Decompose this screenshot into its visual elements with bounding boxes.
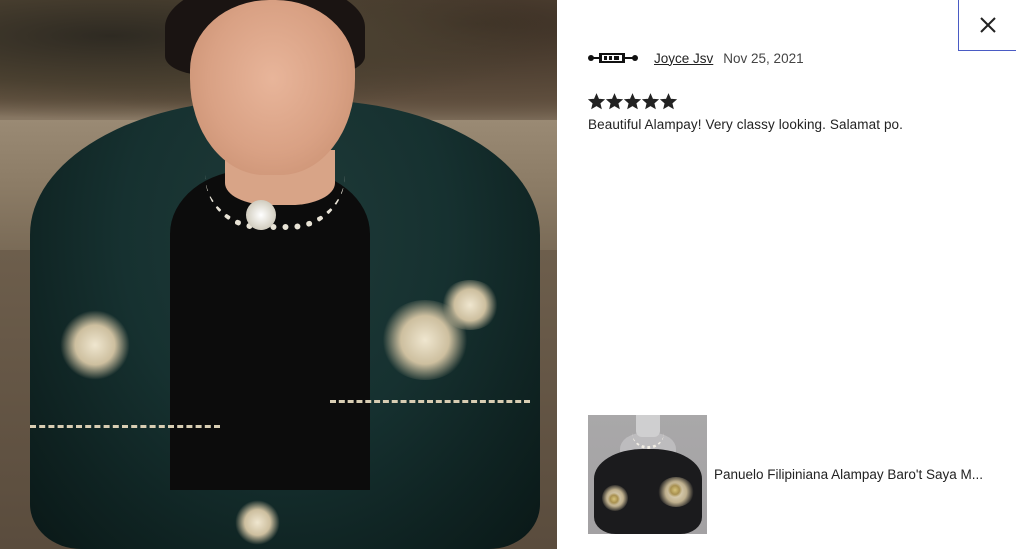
- review-photo: [0, 0, 557, 549]
- star-rating: [588, 93, 998, 111]
- photo-embroidery-left: [60, 310, 130, 380]
- photo-pendant: [246, 200, 276, 230]
- review-date: Nov 25, 2021: [723, 50, 804, 66]
- thumb-embroidery-center-right: [668, 483, 682, 497]
- reviewer-avatar-logo: [588, 51, 638, 65]
- star-icon: [660, 93, 677, 110]
- product-title[interactable]: Panuelo Filipiniana Alampay Baro't Saya …: [714, 467, 1008, 482]
- close-button[interactable]: [958, 0, 1016, 51]
- review-panel: Joyce Jsv Nov 25, 2021 Beautiful Alampay…: [588, 47, 998, 132]
- thumb-embroidery-center-left: [608, 493, 620, 505]
- product-thumbnail[interactable]: [588, 415, 707, 534]
- star-icon: [624, 93, 641, 110]
- photo-hem-right: [330, 395, 530, 403]
- photo-face: [190, 0, 355, 175]
- reviewer-row: Joyce Jsv Nov 25, 2021: [588, 47, 998, 69]
- photo-embroidery-right-small: [440, 280, 500, 330]
- star-icon: [606, 93, 623, 110]
- close-icon: [979, 17, 996, 33]
- product-card[interactable]: Panuelo Filipiniana Alampay Baro't Saya …: [588, 415, 1008, 534]
- photo-hem-left: [30, 420, 220, 428]
- review-text: Beautiful Alampay! Very classy looking. …: [588, 117, 904, 132]
- photo-embroidery-bottom: [235, 500, 280, 545]
- reviewer-name-link[interactable]: Joyce Jsv: [654, 51, 713, 66]
- star-icon: [642, 93, 659, 110]
- star-icon: [588, 93, 605, 110]
